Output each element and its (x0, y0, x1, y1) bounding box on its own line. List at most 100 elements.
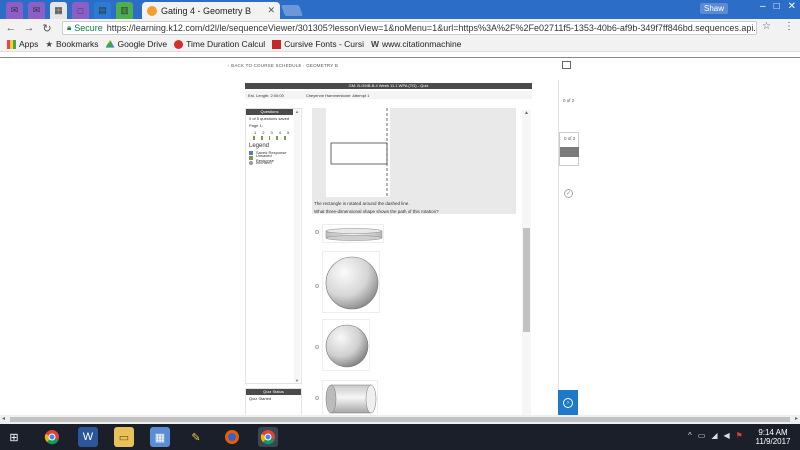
start-icon[interactable]: ⊞ (4, 427, 24, 447)
page-viewport: ‹ BACK TO COURSE SCHEDULE · GEOMETRY B G… (0, 52, 800, 415)
bookmark-citation[interactable]: W www.citationmachine (371, 39, 461, 49)
cylinder-image (322, 380, 378, 415)
answer-choice-a[interactable] (312, 224, 384, 244)
bookmark-time-duration[interactable]: Time Duration Calcul (174, 39, 265, 49)
menu-icon[interactable]: ⋮ (784, 21, 794, 32)
tab-docs[interactable]: ▤ (94, 2, 111, 19)
question-link-1[interactable]: 1 (254, 130, 256, 135)
est-length: Est. Length: 2:00:00 (248, 92, 284, 98)
drive-icon (105, 39, 115, 48)
tab-mail-2[interactable]: ✉ (28, 2, 45, 19)
panel-scrollbar[interactable]: ▲ ▼ (294, 109, 300, 383)
file-explorer-icon[interactable]: ▭ (114, 427, 134, 447)
bookmark-star-icon[interactable]: ☆ (762, 21, 771, 32)
square-icon: □ (77, 5, 84, 16)
scroll-up-icon[interactable]: ▲ (522, 110, 531, 116)
back-icon[interactable]: ← (4, 21, 18, 35)
scroll-up-icon[interactable]: ▲ (294, 109, 300, 114)
address-bar[interactable]: 🔒︎ Secure https://learning.k12.com/d2l/l… (62, 21, 757, 35)
mail-icon: ✉ (10, 5, 19, 15)
chrome-active-taskbar-icon[interactable] (258, 427, 278, 447)
current-item[interactable]: 0 of 2 (559, 132, 579, 166)
radio-b[interactable] (315, 284, 319, 288)
back-to-course-link[interactable]: ‹ BACK TO COURSE SCHEDULE · GEOMETRY B (228, 63, 338, 68)
chrome-taskbar-icon[interactable] (42, 427, 62, 447)
url-text[interactable]: https://learning.k12.com/d2l/le/sequence… (107, 23, 756, 33)
unsaved-icon (276, 136, 279, 140)
tab-mail[interactable]: ✉ (6, 2, 23, 19)
radio-c[interactable] (315, 345, 319, 349)
minimize-icon[interactable]: – (760, 1, 766, 12)
reload-icon[interactable]: ↻ (40, 21, 54, 35)
bookmark-google-drive[interactable]: Google Drive (105, 39, 167, 49)
volume-icon[interactable]: ◀ (723, 431, 729, 440)
system-tray: ^ ▭ ◢ ◀ ⚑ (688, 431, 743, 440)
tab-title: Gating 4 - Geometry B (161, 5, 252, 16)
close-window-icon[interactable]: ✕ (788, 1, 796, 12)
check-circle-icon[interactable]: ✓ (564, 189, 573, 198)
large-sphere-image (322, 251, 380, 313)
bookmark-label: Apps (19, 39, 39, 49)
close-tab-icon[interactable]: ✕ (267, 5, 275, 16)
profile-button[interactable]: Shaw (700, 3, 729, 14)
bookmark-apps[interactable]: Apps (7, 39, 38, 49)
maximize-icon[interactable]: □ (774, 1, 780, 12)
font-icon (272, 39, 282, 49)
tab-other[interactable]: □ (72, 2, 89, 19)
scroll-down-icon[interactable]: ▼ (294, 378, 300, 383)
question-link-4[interactable]: 4 (279, 130, 281, 135)
tab-sheet[interactable]: ▥ (116, 2, 133, 19)
question-text-1: The rectangle is rotated around the dash… (314, 201, 410, 206)
scroll-right-icon[interactable]: ▸ (795, 415, 798, 422)
unsaved-icon (249, 155, 253, 160)
question-content: The rectangle is rotated around the dash… (312, 108, 524, 415)
bookmark-cursive-fonts[interactable]: Cursive Fonts - Cursi (272, 39, 364, 49)
fullscreen-icon[interactable] (562, 61, 571, 69)
tab-active[interactable]: Gating 4 - Geometry B ✕ (142, 2, 280, 19)
sheet-icon: ▥ (120, 5, 129, 15)
question-stem: The rectangle is rotated around the dash… (312, 108, 516, 214)
forward-icon[interactable]: → (22, 21, 36, 35)
questions-panel: Questions 0 of 5 questions saved Page 1:… (245, 108, 302, 384)
question-link-5[interactable]: 5 (287, 130, 289, 135)
saved-count: 0 of 5 questions saved (249, 116, 290, 121)
docs-icon: ▤ (98, 5, 107, 15)
answer-choice-b[interactable] (312, 251, 382, 313)
question-text-2: What three-dimensional shape shows the p… (314, 209, 439, 214)
progress-label: 0 of 2 (563, 98, 575, 103)
word-taskbar-icon[interactable]: W (78, 427, 98, 447)
unsaved-icon (260, 136, 263, 140)
question-link-3[interactable]: 3 (270, 130, 272, 135)
bookmark-label: Cursive Fonts - Cursi (284, 39, 364, 49)
quiz-status-panel: Quiz Status Quiz Started (245, 388, 302, 415)
answer-choice-c[interactable] (312, 319, 382, 371)
quiz-meta: Est. Length: 2:00:00 Cheyenne Hammerston… (245, 91, 532, 99)
tab-app[interactable]: ▦ (50, 2, 67, 19)
lock-icon: 🔒︎ (67, 23, 72, 32)
radio-d[interactable] (315, 396, 319, 400)
answer-choice-d[interactable] (312, 380, 382, 415)
paint-icon[interactable]: ✎ (186, 427, 206, 447)
question-link-2[interactable]: 2 (262, 130, 264, 135)
new-tab-button[interactable] (280, 5, 304, 16)
content-scrollbar[interactable]: ▲ (522, 110, 531, 415)
flag-icon[interactable]: ⚑ (736, 431, 743, 440)
back-link-label: BACK TO COURSE SCHEDULE · GEOMETRY B (231, 63, 339, 68)
bookmark-bookmarks[interactable]: ★ Bookmarks (45, 39, 98, 50)
scroll-thumb[interactable] (523, 228, 530, 332)
next-button[interactable]: › (558, 390, 578, 415)
clock-time: 9:14 AM (758, 428, 788, 437)
tray-expand-icon[interactable]: ^ (688, 431, 692, 440)
attempt-label: Cheyenne Hammerstone: Attempt 1 (305, 92, 370, 98)
firefox-icon[interactable] (222, 427, 242, 447)
calculator-icon[interactable]: ▦ (150, 427, 170, 447)
battery-icon[interactable]: ▭ (698, 431, 706, 440)
horizontal-scrollbar[interactable]: ◂ ▸ (0, 415, 800, 424)
scroll-left-icon[interactable]: ◂ (2, 415, 5, 422)
network-icon[interactable]: ◢ (711, 431, 717, 440)
question-numbers: 1 2 3 4 5 (246, 129, 293, 136)
radio-a[interactable] (315, 230, 319, 234)
system-clock[interactable]: 9:14 AM 11/9/2017 (750, 428, 796, 446)
horizontal-scroll-thumb[interactable] (10, 417, 790, 422)
quiz-status-text: Quiz Started (249, 396, 272, 401)
